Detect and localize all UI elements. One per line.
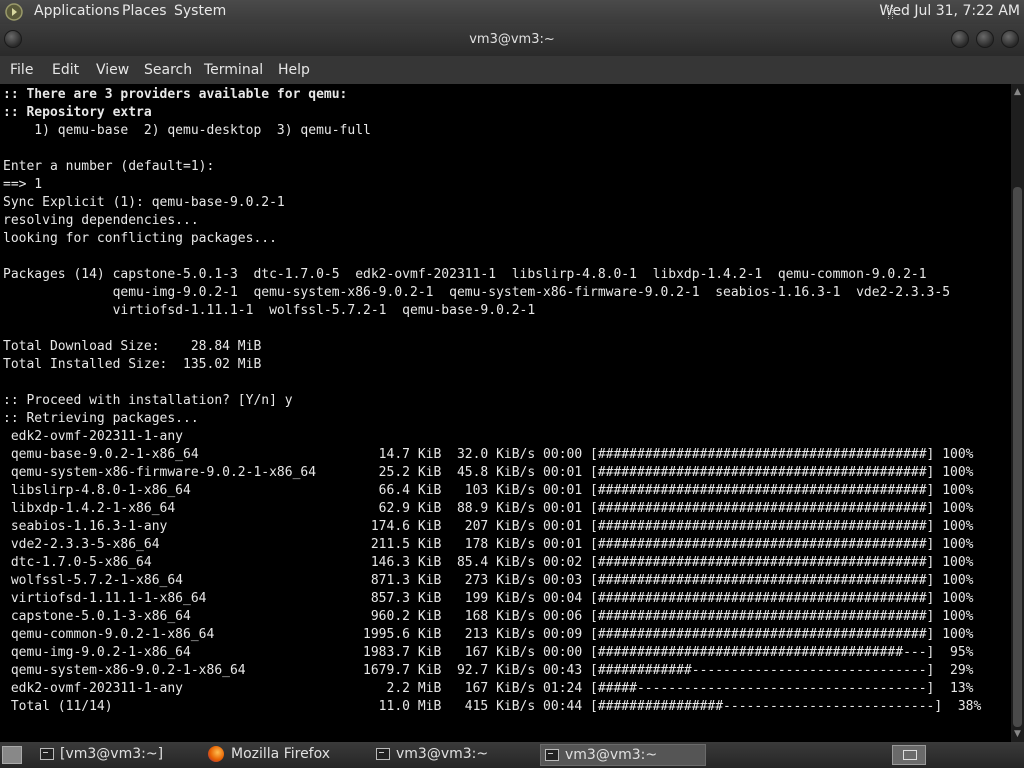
terminal-line: qemu-common-9.0.2-1-x86_64 1995.6 KiB 21…: [3, 627, 974, 642]
menu-places[interactable]: Places: [122, 3, 167, 19]
terminal-output[interactable]: :: There are 3 providers available for q…: [0, 84, 1011, 742]
close-button[interactable]: [1001, 30, 1019, 48]
taskbar-item-terminal-active[interactable]: vm3@vm3:~: [540, 744, 706, 766]
terminal-line: Packages (14) capstone-5.0.1-3 dtc-1.7.0…: [3, 267, 927, 282]
show-desktop-icon[interactable]: [2, 746, 22, 764]
terminal-line: Total Download Size: 28.84 MiB: [3, 339, 262, 354]
taskbar-item-firefox[interactable]: Mozilla Firefox: [204, 744, 368, 766]
terminal-line: capstone-5.0.1-3-x86_64 960.2 KiB 168 Ki…: [3, 609, 974, 624]
terminal-line: qemu-base-9.0.2-1-x86_64 14.7 KiB 32.0 K…: [3, 447, 974, 462]
top-panel: Applications Places System Wed Jul 31, 7…: [0, 0, 1024, 24]
menu-help[interactable]: Help: [278, 62, 310, 78]
terminal-line: 1) qemu-base 2) qemu-desktop 3) qemu-ful…: [3, 123, 371, 138]
menu-file[interactable]: File: [10, 62, 33, 78]
terminal-line: resolving dependencies...: [3, 213, 199, 228]
terminal-line: Sync Explicit (1): qemu-base-9.0.2-1: [3, 195, 285, 210]
menu-view[interactable]: View: [96, 62, 129, 78]
minimize-button[interactable]: [951, 30, 969, 48]
firefox-icon: [208, 746, 224, 762]
terminal-line: :: Proceed with installation? [Y/n] y: [3, 393, 293, 408]
scrollbar[interactable]: ▲ ▼: [1011, 84, 1024, 742]
clock[interactable]: Wed Jul 31, 7:22 AM: [879, 3, 1020, 19]
terminal-line: :: There are 3 providers available for q…: [3, 87, 348, 102]
scrollbar-thumb[interactable]: [1013, 187, 1022, 727]
terminal-line: :: Retrieving packages...: [3, 411, 199, 426]
terminal-line: ==> 1: [3, 177, 43, 192]
menu-applications[interactable]: Applications: [34, 3, 120, 19]
terminal-line: seabios-1.16.3-1-any 174.6 KiB 207 KiB/s…: [3, 519, 974, 534]
terminal-line: Total (11/14) 11.0 MiB 415 KiB/s 00:44 […: [3, 699, 982, 714]
menu-search[interactable]: Search: [144, 62, 192, 78]
terminal-icon: [40, 748, 54, 760]
menu-system[interactable]: System: [174, 3, 226, 19]
terminal-icon: [545, 749, 559, 761]
maximize-button[interactable]: [976, 30, 994, 48]
taskbar-item-terminal-1[interactable]: [vm3@vm3:~]: [36, 744, 200, 766]
terminal-line: edk2-ovmf-202311-1-any 2.2 MiB 167 KiB/s…: [3, 681, 974, 696]
terminal-line: Total Installed Size: 135.02 MiB: [3, 357, 262, 372]
scroll-up-icon[interactable]: ▲: [1011, 86, 1024, 98]
taskbar-item-terminal-2[interactable]: vm3@vm3:~: [372, 744, 536, 766]
terminal-line: qemu-system-x86-9.0.2-1-x86_64 1679.7 Ki…: [3, 663, 974, 678]
window-title: vm3@vm3:~: [469, 32, 555, 47]
terminal-line: wolfssl-5.7.2-1-x86_64 871.3 KiB 273 KiB…: [3, 573, 974, 588]
terminal-line: edk2-ovmf-202311-1-any: [3, 429, 184, 444]
terminal-line: qemu-system-x86-firmware-9.0.2-1-x86_64 …: [3, 465, 974, 480]
taskbar-label: vm3@vm3:~: [565, 747, 658, 763]
scroll-down-icon[interactable]: ▼: [1011, 728, 1024, 740]
terminal-line: qemu-img-9.0.2-1 qemu-system-x86-9.0.2-1…: [3, 285, 951, 300]
terminal-line: looking for conflicting packages...: [3, 231, 277, 246]
taskbar-label: [vm3@vm3:~]: [60, 746, 164, 762]
terminal-line: virtiofsd-1.11.1-1-x86_64 857.3 KiB 199 …: [3, 591, 974, 606]
taskbar-label: vm3@vm3:~: [396, 746, 489, 762]
terminal-line: libxdp-1.4.2-1-x86_64 62.9 KiB 88.9 KiB/…: [3, 501, 974, 516]
terminal-line: virtiofsd-1.11.1-1 wolfssl-5.7.2-1 qemu-…: [3, 303, 536, 318]
menu-terminal[interactable]: Terminal: [204, 62, 263, 78]
terminal-line: Enter a number (default=1):: [3, 159, 215, 174]
terminal-icon: [376, 748, 390, 760]
terminal-line: vde2-2.3.3-5-x86_64 211.5 KiB 178 KiB/s …: [3, 537, 974, 552]
window-titlebar[interactable]: vm3@vm3:~: [0, 24, 1024, 56]
terminal-line: dtc-1.7.0-5-x86_64 146.3 KiB 85.4 KiB/s …: [3, 555, 974, 570]
taskbar-label: Mozilla Firefox: [231, 746, 331, 762]
terminal-line: qemu-img-9.0.2-1-x86_64 1983.7 KiB 167 K…: [3, 645, 974, 660]
workspace-switcher[interactable]: [892, 745, 926, 765]
bottom-panel: [vm3@vm3:~] Mozilla Firefox vm3@vm3:~ vm…: [0, 742, 1024, 768]
applications-logo-icon[interactable]: [4, 2, 24, 22]
workspace-icon: [903, 750, 917, 760]
menubar: File Edit View Search Terminal Help: [0, 56, 1024, 84]
menu-edit[interactable]: Edit: [52, 62, 79, 78]
terminal-line: libslirp-4.8.0-1-x86_64 66.4 KiB 103 KiB…: [3, 483, 974, 498]
terminal-line: :: Repository extra: [3, 105, 152, 120]
